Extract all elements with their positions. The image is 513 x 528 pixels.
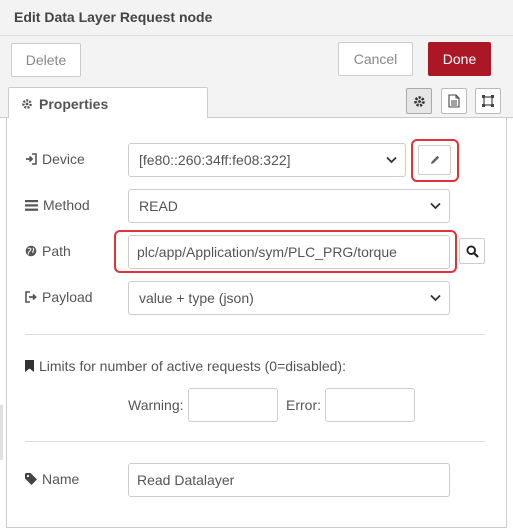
- device-select[interactable]: [fe80::260:34ff:fe08:322]: [128, 143, 406, 177]
- dialog-header: Edit Data Layer Request node: [0, 0, 513, 36]
- gear-icon: [413, 95, 426, 108]
- list-icon: [25, 199, 38, 211]
- section-divider: [25, 441, 485, 442]
- tag-icon: [25, 473, 37, 485]
- tab-settings-button[interactable]: [406, 88, 432, 114]
- search-icon: [465, 244, 479, 258]
- globe-icon: [25, 245, 37, 257]
- tab-description-button[interactable]: [441, 88, 467, 114]
- method-select[interactable]: READ: [128, 189, 450, 223]
- error-label: Error:: [286, 397, 321, 413]
- browse-path-button[interactable]: [459, 238, 485, 264]
- name-label: Name: [25, 471, 79, 487]
- error-input[interactable]: [325, 388, 415, 422]
- sign-in-icon: [25, 153, 37, 165]
- warning-input[interactable]: [188, 388, 278, 422]
- tab-properties[interactable]: Properties: [8, 87, 208, 119]
- frame-icon: [481, 94, 495, 108]
- bookmark-icon: [25, 360, 34, 372]
- warning-label: Warning:: [128, 397, 184, 413]
- method-label: Method: [25, 197, 90, 213]
- limits-label: Limits for number of active requests (0=…: [25, 358, 346, 374]
- path-highlight: [114, 230, 457, 273]
- section-divider: [25, 334, 485, 335]
- cancel-button[interactable]: Cancel: [338, 42, 413, 76]
- document-icon: [448, 94, 460, 108]
- sign-out-icon: [25, 291, 37, 303]
- payload-label: Payload: [25, 289, 93, 305]
- panel-resize-edge[interactable]: [0, 405, 3, 460]
- delete-button[interactable]: Delete: [11, 43, 81, 77]
- device-label: Device: [25, 151, 85, 167]
- chevron-down-icon: [430, 202, 441, 210]
- name-input[interactable]: Read Datalayer: [128, 463, 450, 497]
- tab-properties-label: Properties: [39, 95, 109, 112]
- edit-device-highlight: [411, 139, 459, 182]
- gear-icon: [21, 98, 33, 110]
- tab-appearance-button[interactable]: [475, 88, 501, 114]
- done-button[interactable]: Done: [428, 42, 491, 76]
- chevron-down-icon: [430, 294, 441, 302]
- chevron-down-icon: [386, 156, 397, 164]
- path-label: Path: [25, 243, 71, 259]
- payload-select[interactable]: value + type (json): [128, 281, 450, 315]
- dialog-title: Edit Data Layer Request node: [14, 9, 213, 25]
